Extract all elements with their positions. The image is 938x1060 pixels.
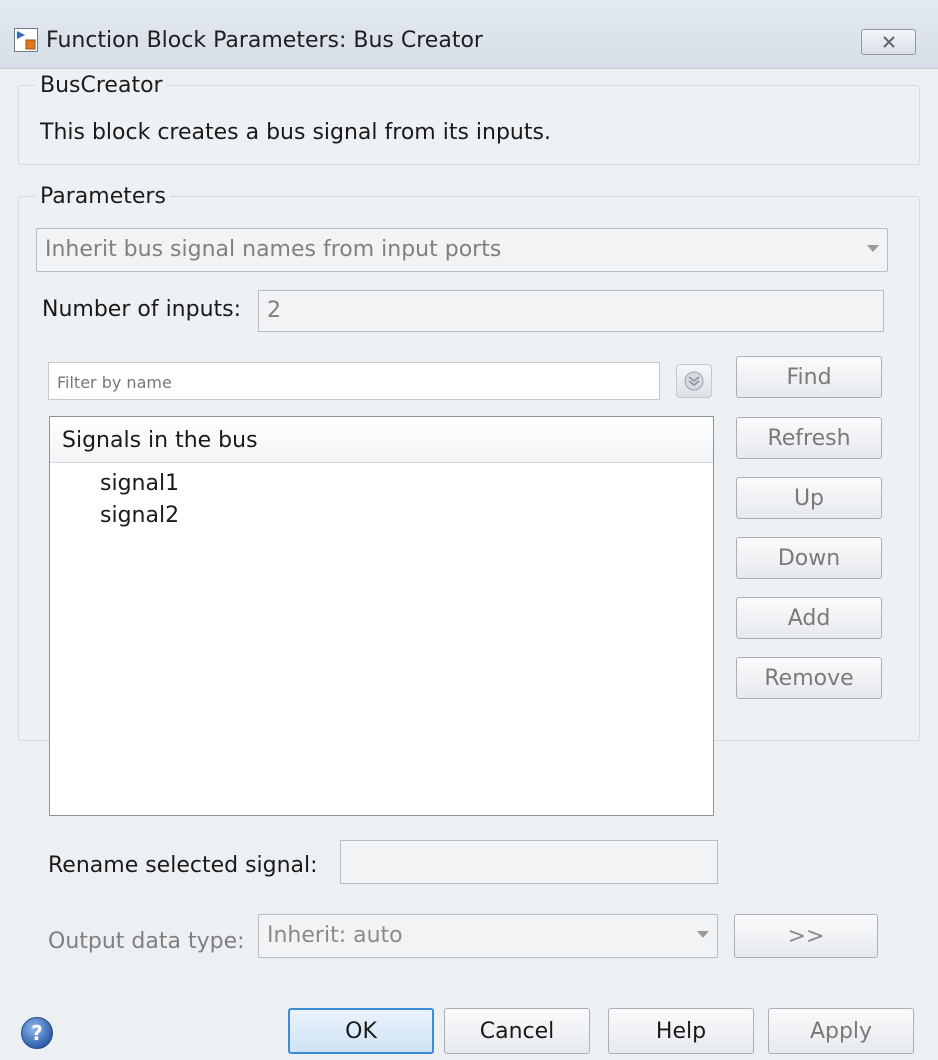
down-button[interactable]: Down (736, 537, 882, 579)
signals-in-bus-list[interactable]: Signals in the bus signal1 signal2 (49, 416, 714, 816)
title-bar[interactable]: Function Block Parameters: Bus Creator (0, 0, 938, 69)
number-of-inputs-value: 2 (267, 298, 281, 323)
help-icon[interactable]: ? (20, 1016, 54, 1050)
cancel-button[interactable]: Cancel (444, 1008, 590, 1054)
dropdown-arrow-icon (697, 931, 709, 938)
filter-placeholder: Filter by name (57, 373, 172, 392)
window-title: Function Block Parameters: Bus Creator (46, 28, 483, 53)
number-of-inputs-field[interactable]: 2 (258, 290, 884, 332)
rename-signal-label: Rename selected signal: (48, 853, 318, 878)
signal-list-item[interactable]: signal1 (100, 471, 179, 496)
find-button[interactable]: Find (736, 356, 882, 398)
parameters-group-title: Parameters (36, 184, 170, 209)
remove-button[interactable]: Remove (736, 657, 882, 699)
signals-header-label: Signals in the bus (62, 428, 258, 453)
data-type-assistant-button[interactable]: >> (734, 914, 878, 958)
close-icon (882, 36, 895, 48)
number-of-inputs-label: Number of inputs: (42, 297, 242, 322)
output-data-type-value: Inherit: auto (267, 923, 403, 948)
inherit-names-dropdown[interactable]: Inherit bus signal names from input port… (36, 228, 888, 272)
inherit-names-value: Inherit bus signal names from input port… (45, 237, 502, 262)
help-button[interactable]: Help (608, 1008, 754, 1054)
svg-text:?: ? (31, 1021, 43, 1045)
refresh-button[interactable]: Refresh (736, 417, 882, 459)
filter-options-button[interactable] (676, 364, 712, 398)
up-button[interactable]: Up (736, 477, 882, 519)
output-data-type-dropdown[interactable]: Inherit: auto (258, 914, 718, 958)
ok-button[interactable]: OK (288, 1008, 434, 1054)
rename-signal-field[interactable] (340, 840, 718, 884)
signal-list-item[interactable]: signal2 (100, 503, 179, 528)
signals-list-header: Signals in the bus (50, 417, 713, 463)
output-data-type-label: Output data type: (48, 929, 245, 954)
dropdown-arrow-icon (867, 245, 879, 252)
filter-by-name-input[interactable]: Filter by name (48, 362, 660, 400)
block-group-title: BusCreator (36, 73, 167, 98)
simulink-block-icon (14, 28, 38, 52)
block-description: This block creates a bus signal from its… (40, 120, 551, 145)
add-button[interactable]: Add (736, 597, 882, 639)
apply-button[interactable]: Apply (768, 1008, 914, 1054)
bus-creator-dialog: Function Block Parameters: Bus Creator B… (0, 0, 938, 1060)
double-chevron-down-icon (684, 371, 704, 391)
close-button[interactable] (861, 29, 916, 55)
